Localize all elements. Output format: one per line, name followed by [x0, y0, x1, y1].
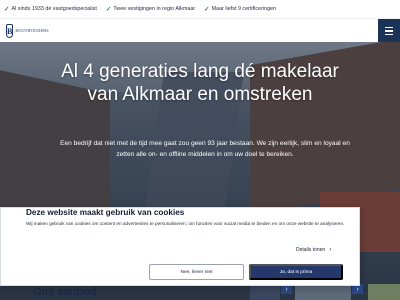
- check-icon: ✓: [4, 6, 10, 13]
- details-label: Details tonen: [296, 247, 326, 253]
- check-icon: ✓: [204, 6, 210, 13]
- logo-text: ROOTHOUDERS: [15, 27, 49, 33]
- usp-label: Twee vestigingen in regio Alkmaar: [113, 6, 196, 12]
- aanbod-title: Ons aanbod: [33, 286, 97, 298]
- usp-label: Al sinds 1933 dé vastgoedspecialist: [11, 6, 97, 12]
- usp-bar: ✓ Al sinds 1933 dé vastgoedspecialist ✓ …: [0, 0, 400, 18]
- details-toggle[interactable]: Details tonen ›: [296, 247, 331, 253]
- cookie-text: Wij maken gebruik van cookies om content…: [26, 221, 345, 226]
- usp-item: ✓ Al sinds 1933 dé vastgoedspecialist: [4, 5, 97, 13]
- listing-card[interactable]: [250, 284, 280, 300]
- cookie-title: Deze website maakt gebruik van cookies: [26, 208, 185, 217]
- hero-title: Al 4 generaties lang dé makelaar van Alk…: [0, 60, 400, 106]
- check-icon: ✓: [105, 6, 112, 13]
- hero-title-line: Al 4 generaties lang dé makelaar: [61, 61, 339, 82]
- accept-cookies-button[interactable]: Ja, dat is prima: [249, 264, 343, 280]
- hero-intro: Een bedrijf dat niet met de tijd mee gaa…: [60, 140, 350, 158]
- listing-card[interactable]: [368, 284, 400, 300]
- site-header: B ROOTHOUDERS: [0, 18, 400, 43]
- logo-mark: B: [6, 24, 14, 38]
- logo[interactable]: B ROOTHOUDERS: [6, 21, 49, 41]
- usp-item: ✓ Twee vestigingen in regio Alkmaar: [106, 5, 195, 13]
- hero-title-line: van Alkmaar en omstreken: [87, 84, 313, 105]
- hamburger-menu-icon[interactable]: [378, 19, 400, 43]
- reject-cookies-button[interactable]: Nee, liever niet: [149, 264, 244, 280]
- usp-label: Maar liefst 9 certificeringen: [211, 6, 276, 12]
- listing-card[interactable]: [295, 284, 351, 300]
- chevron-right-icon: ›: [329, 247, 332, 253]
- usp-item: ✓ Maar liefst 9 certificeringen: [204, 5, 276, 13]
